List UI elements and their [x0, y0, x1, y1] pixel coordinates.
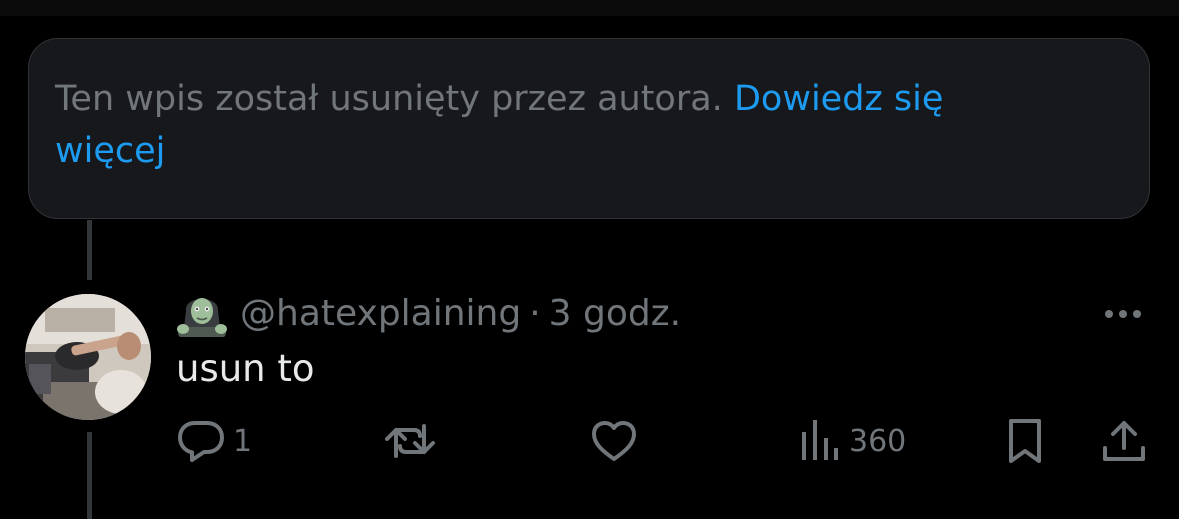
repost-button[interactable]	[384, 418, 436, 464]
thread-connector-bottom	[87, 432, 92, 519]
share-button[interactable]	[1100, 418, 1148, 464]
reply-button[interactable]: 1	[177, 418, 252, 464]
thread-connector-top	[87, 220, 92, 280]
deleted-notice-message: Ten wpis został usunięty przez autora.	[55, 79, 723, 119]
deleted-post-notice: Ten wpis został usunięty przez autora. D…	[28, 38, 1150, 219]
more-options-icon[interactable]	[1100, 302, 1146, 326]
post-timestamp[interactable]: 3 godz.	[549, 293, 681, 334]
reply-text: usun to	[176, 347, 315, 390]
user-handle[interactable]: @hatexplaining	[240, 293, 521, 334]
views-button[interactable]: 360	[799, 418, 906, 464]
avatar[interactable]	[25, 294, 151, 420]
zombie-woman-icon	[177, 298, 227, 337]
repost-icon	[385, 424, 435, 458]
views-count: 360	[849, 423, 907, 459]
top-bar	[0, 0, 1179, 16]
bookmark-icon	[1009, 419, 1041, 463]
like-button[interactable]	[590, 418, 638, 464]
bookmark-button[interactable]	[1005, 418, 1045, 464]
avatar-photo	[25, 294, 151, 420]
meta-separator: ·	[529, 292, 541, 334]
post-meta: @hatexplaining · 3 godz.	[176, 289, 681, 337]
comment-icon	[178, 421, 224, 462]
reply-count: 1	[233, 423, 253, 459]
views-icon	[802, 420, 838, 460]
share-icon	[1103, 421, 1145, 461]
deleted-notice-text: Ten wpis został usunięty przez autora. D…	[55, 73, 1055, 177]
heart-icon	[592, 421, 636, 461]
